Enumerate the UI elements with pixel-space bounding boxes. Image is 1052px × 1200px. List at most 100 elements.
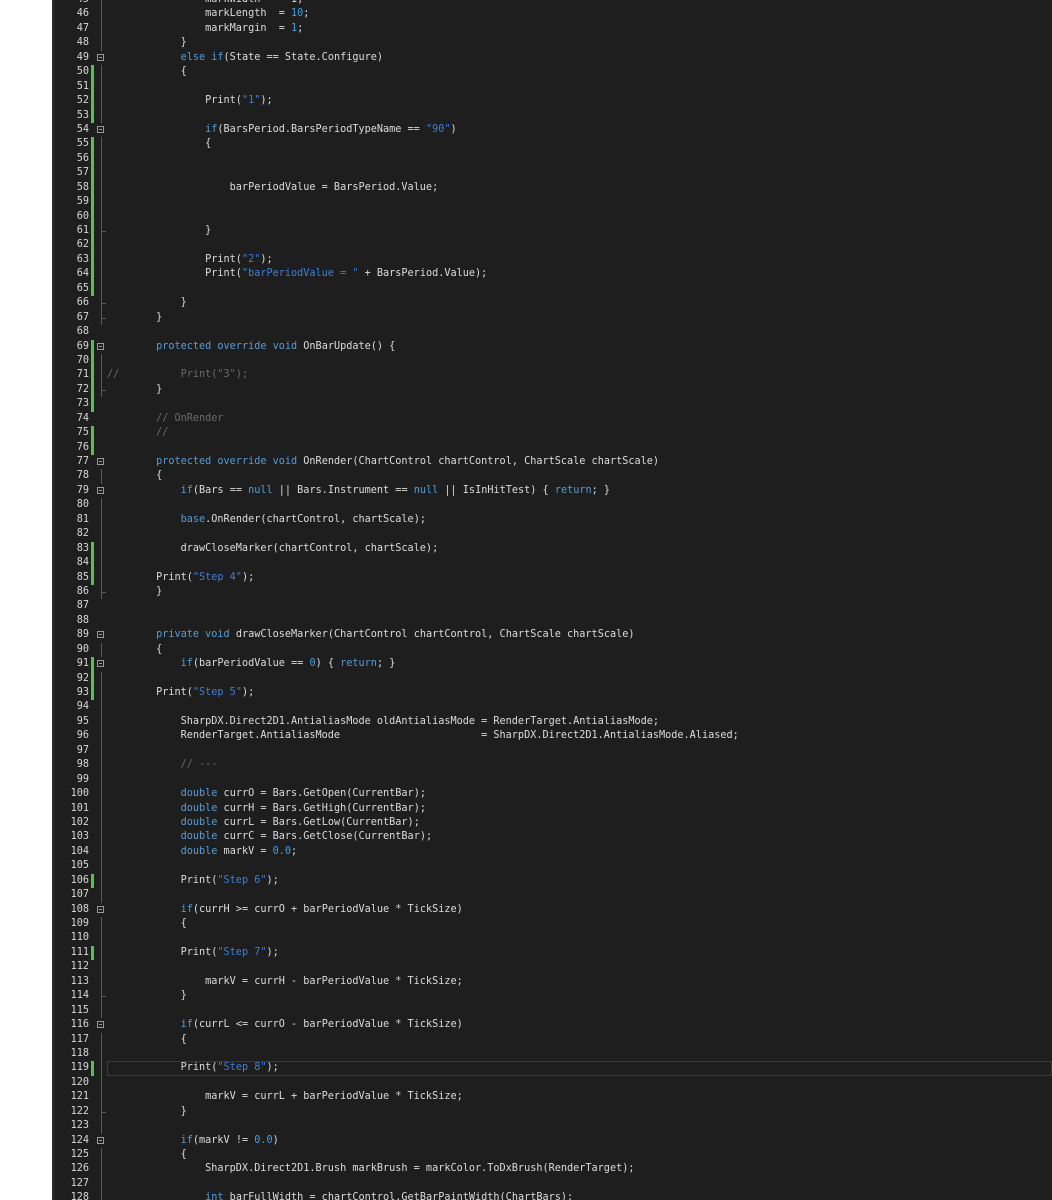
- collapse-icon[interactable]: [97, 486, 104, 494]
- code-line[interactable]: 82: [52, 527, 1052, 542]
- collapse-icon[interactable]: [97, 458, 104, 465]
- code-line[interactable]: 111 Print("Step 7");: [52, 945, 1052, 961]
- code-line[interactable]: 113 markV = currH - barPeriodValue * Tic…: [52, 974, 1052, 990]
- code-line[interactable]: 100 double currO = Bars.GetOpen(CurrentB…: [52, 787, 1052, 802]
- code-line[interactable]: 51: [52, 79, 1052, 95]
- code-line[interactable]: 128 int barFullWidth = chartControl.GetB…: [52, 1191, 1052, 1200]
- code-line[interactable]: 118: [52, 1046, 1052, 1062]
- code-line[interactable]: 107: [52, 888, 1052, 903]
- code-line[interactable]: 77 protected override void OnRender(Char…: [52, 455, 1052, 469]
- code-line[interactable]: 114 }: [52, 989, 1052, 1004]
- code-line[interactable]: 79 if(Bars == null || Bars.Instrument ==…: [52, 484, 1052, 498]
- code-line[interactable]: 45 markWidth = 1;: [52, 0, 1052, 8]
- code-line[interactable]: 96 RenderTarget.AntialiasMode = SharpDX.…: [52, 729, 1052, 744]
- code-line[interactable]: 95 SharpDX.Direct2D1.AntialiasMode oldAn…: [52, 714, 1052, 730]
- collapse-icon[interactable]: [97, 660, 104, 668]
- code-line[interactable]: 60: [52, 209, 1052, 224]
- collapse-icon[interactable]: [97, 125, 104, 133]
- code-line[interactable]: 125 {: [52, 1148, 1052, 1163]
- code-line[interactable]: 115: [52, 1003, 1052, 1019]
- collapse-icon[interactable]: [97, 1021, 104, 1029]
- code-line[interactable]: 73: [52, 397, 1052, 412]
- code-line[interactable]: 85 Print("Step 4");: [52, 570, 1052, 585]
- code-line[interactable]: 99: [52, 772, 1052, 788]
- code-line[interactable]: 50 {: [52, 65, 1052, 80]
- code-line[interactable]: 76: [52, 440, 1052, 455]
- code-editor[interactable]: 45 markWidth = 1;46 markLength = 10;47 m…: [52, 0, 1052, 1200]
- code-line[interactable]: 86 }: [52, 584, 1052, 600]
- code-line[interactable]: 109 {: [52, 917, 1052, 932]
- code-line[interactable]: 63 Print("2");: [52, 252, 1052, 268]
- code-line[interactable]: 121 markV = currL + barPeriodValue * Tic…: [52, 1090, 1052, 1105]
- code-line[interactable]: 69 protected override void OnBarUpdate()…: [52, 339, 1052, 354]
- code-line[interactable]: 124 if(markV != 0.0): [52, 1134, 1052, 1148]
- code-line[interactable]: 84: [52, 556, 1052, 571]
- code-line[interactable]: 88: [52, 614, 1052, 628]
- code-line[interactable]: 54 if(BarsPeriod.BarsPeriodTypeName == "…: [52, 123, 1052, 137]
- code-line[interactable]: 62: [52, 238, 1052, 253]
- code-line[interactable]: 49 else if(State == State.Configure): [52, 51, 1052, 65]
- code-line[interactable]: 58 barPeriodValue = BarsPeriod.Value;: [52, 180, 1052, 196]
- code-line[interactable]: 75 //: [52, 426, 1052, 441]
- code-line[interactable]: 106 Print("Step 6");: [52, 873, 1052, 889]
- collapse-icon[interactable]: [97, 1136, 104, 1144]
- code-line[interactable]: 65: [52, 281, 1052, 297]
- code-line[interactable]: 119 Print("Step 8");: [52, 1061, 1052, 1076]
- code-line[interactable]: 87: [52, 599, 1052, 613]
- code-line[interactable]: 74 // OnRender: [52, 412, 1052, 426]
- code-line[interactable]: 126 SharpDX.Direct2D1.Brush markBrush = …: [52, 1162, 1052, 1177]
- code-line[interactable]: 116 if(currL <= currO - barPeriodValue *…: [52, 1018, 1052, 1032]
- code-line[interactable]: 92: [52, 671, 1052, 686]
- change-indicator: [91, 469, 94, 483]
- code-line[interactable]: 112: [52, 960, 1052, 975]
- code-line[interactable]: 78 {: [52, 469, 1052, 484]
- code-line[interactable]: 56: [52, 151, 1052, 167]
- collapse-icon[interactable]: [97, 53, 104, 61]
- code-line[interactable]: 123: [52, 1119, 1052, 1134]
- code-line[interactable]: 98 // ---: [52, 758, 1052, 773]
- code-line[interactable]: 120: [52, 1075, 1052, 1091]
- code-line[interactable]: 66 }: [52, 296, 1052, 311]
- code-line[interactable]: 68: [52, 325, 1052, 339]
- code-line[interactable]: 52 Print("1");: [52, 94, 1052, 109]
- code-line[interactable]: 48 }: [52, 36, 1052, 51]
- code-line[interactable]: 61 }: [52, 224, 1052, 239]
- code-line[interactable]: 127: [52, 1176, 1052, 1192]
- code-line[interactable]: 67 }: [52, 310, 1052, 326]
- code-line[interactable]: 83 drawCloseMarker(chartControl, chartSc…: [52, 541, 1052, 557]
- code-line[interactable]: 55 {: [52, 137, 1052, 152]
- code-line[interactable]: 71 // Print("3");: [52, 368, 1052, 383]
- code-line[interactable]: 105: [52, 859, 1052, 874]
- code-line[interactable]: 59: [52, 195, 1052, 210]
- code-line[interactable]: 57: [52, 166, 1052, 181]
- outline-guide: [101, 873, 102, 889]
- collapse-icon[interactable]: [97, 342, 104, 350]
- code-line[interactable]: 93 Print("Step 5");: [52, 686, 1052, 701]
- collapse-icon[interactable]: [97, 631, 104, 639]
- line-number: 97: [76, 744, 89, 756]
- code-line[interactable]: 91 if(barPeriodValue == 0) { return; }: [52, 657, 1052, 672]
- code-line[interactable]: 53: [52, 108, 1052, 123]
- code-line[interactable]: 103 double currC = Bars.GetClose(Current…: [52, 830, 1052, 845]
- code-line[interactable]: 104 double markV = 0.0;: [52, 844, 1052, 860]
- code-line[interactable]: 70: [52, 353, 1052, 369]
- code-line[interactable]: 80: [52, 498, 1052, 513]
- code-line[interactable]: 94: [52, 700, 1052, 715]
- code-line[interactable]: 117 {: [52, 1032, 1052, 1047]
- code-line[interactable]: 90 {: [52, 642, 1052, 658]
- code-line[interactable]: 72 }: [52, 382, 1052, 398]
- code-line[interactable]: 108 if(currH >= currO + barPeriodValue *…: [52, 903, 1052, 917]
- code-line[interactable]: 122 }: [52, 1104, 1052, 1120]
- code-line[interactable]: 47 markMargin = 1;: [52, 21, 1052, 37]
- code-line[interactable]: 97: [52, 743, 1052, 759]
- code-line[interactable]: 46 markLength = 10;: [52, 7, 1052, 22]
- collapse-icon[interactable]: [97, 905, 104, 913]
- code-token: {: [107, 138, 212, 150]
- code-line[interactable]: 101 double currH = Bars.GetHigh(CurrentB…: [52, 801, 1052, 816]
- code-line[interactable]: 64 Print("barPeriodValue = " + BarsPerio…: [52, 267, 1052, 282]
- code-line[interactable]: 89 private void drawCloseMarker(ChartCon…: [52, 628, 1052, 642]
- code-token: barFullWidth = chartControl.GetBarPaintW…: [223, 1192, 574, 1200]
- code-line[interactable]: 81 base.OnRender(chartControl, chartScal…: [52, 512, 1052, 528]
- code-line[interactable]: 102 double currL = Bars.GetLow(CurrentBa…: [52, 815, 1052, 831]
- code-line[interactable]: 110: [52, 931, 1052, 946]
